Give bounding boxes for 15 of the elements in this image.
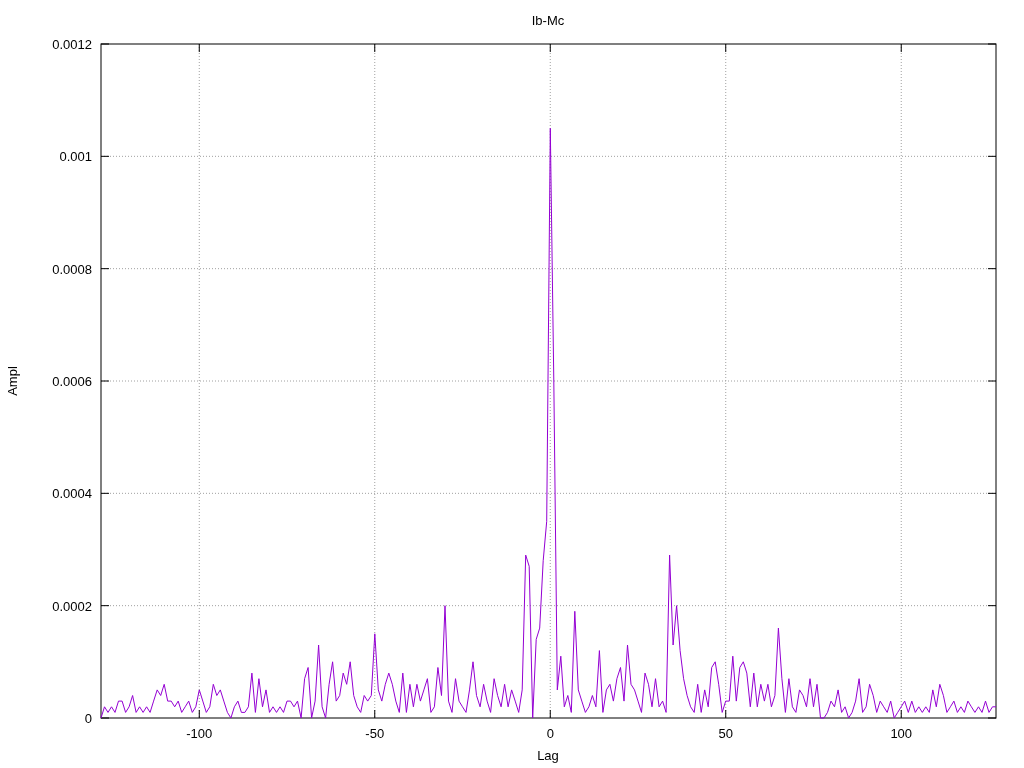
tick-label: 50 [718, 726, 733, 741]
axis-label: Ampl [5, 366, 20, 396]
tick-label: -50 [365, 726, 385, 741]
tick-label: 0 [546, 726, 554, 741]
tick-label: 0.0002 [52, 598, 92, 614]
tick-label: 0.0006 [52, 374, 92, 389]
tick-label: 100 [890, 726, 913, 741]
tick-label: 0.001 [59, 149, 92, 165]
tick-label: 0.0004 [52, 486, 92, 502]
tick-label: 0.0008 [52, 261, 92, 277]
tick-label: -100 [186, 726, 213, 741]
axis-label: Lag [537, 748, 559, 763]
tick-label: 0 [84, 711, 92, 726]
tick-label: 0.0012 [52, 37, 92, 52]
chart-title: Ib-Mc [531, 13, 565, 28]
